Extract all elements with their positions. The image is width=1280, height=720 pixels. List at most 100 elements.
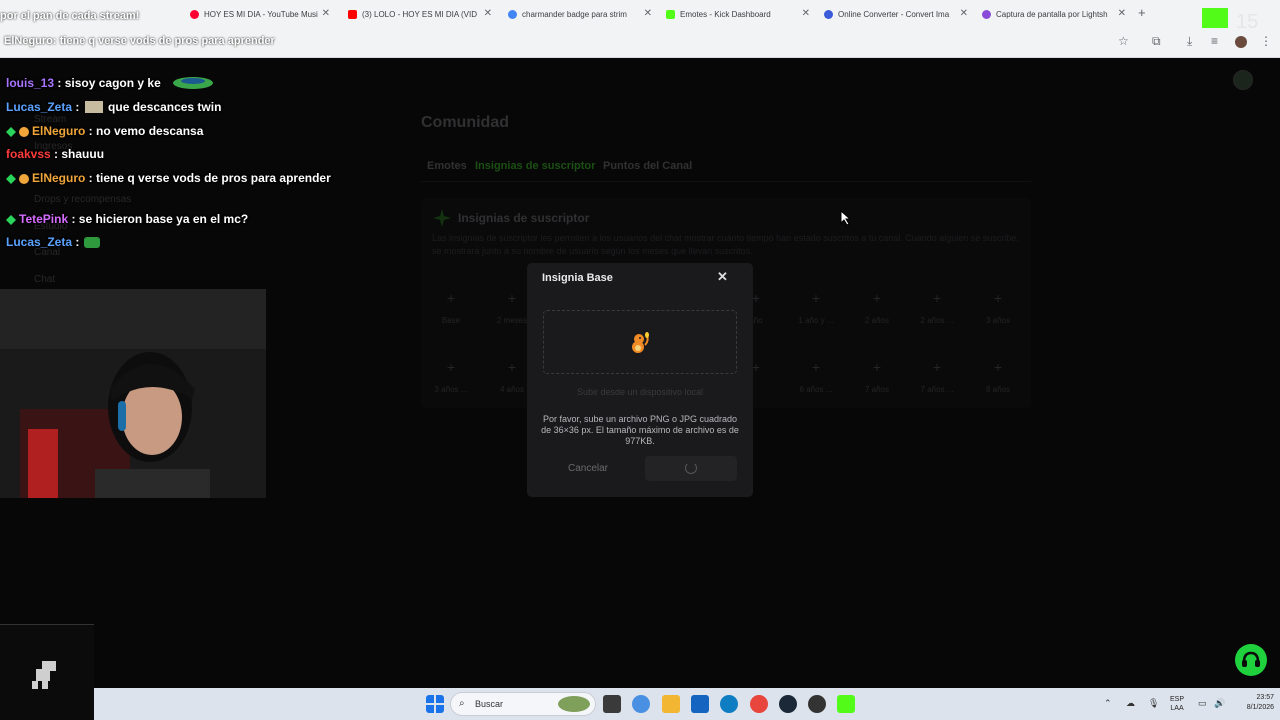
chat-message: louis_13 : sisoy cagon y ke (6, 76, 214, 90)
chat-username: ElNeguro (32, 171, 86, 185)
network-icon[interactable]: ▭ (1198, 698, 1207, 709)
kick-app-icon[interactable] (837, 695, 855, 713)
copilot-icon[interactable] (632, 695, 650, 713)
youtube-icon (348, 9, 357, 19)
obs-icon[interactable] (808, 695, 826, 713)
chat-text: que descances twin (108, 100, 222, 114)
cat-emote-icon (84, 101, 103, 113)
new-tab-button[interactable]: + (1138, 5, 1146, 20)
green-emote-icon (83, 237, 100, 248)
charmander-badge-image (632, 332, 649, 353)
media-icon[interactable]: ≡ (1211, 34, 1218, 48)
close-icon[interactable]: ✕ (644, 8, 652, 19)
tab-title: Captura de pantalla por Lightsh (996, 9, 1108, 19)
coin-badge-icon (19, 126, 29, 140)
dino-widget (0, 624, 94, 720)
gem-badge-icon (6, 173, 16, 187)
chat-text: sisoy cagon y ke (64, 76, 161, 90)
task-view-icon[interactable] (603, 695, 621, 713)
menu-icon[interactable]: ⋮ (1260, 34, 1272, 48)
chat-text: tiene q verse vods de pros para aprender (96, 171, 331, 185)
language-indicator[interactable]: ESP LAA (1170, 695, 1184, 713)
chat-username: foakvss (6, 147, 51, 161)
close-icon[interactable]: ✕ (960, 8, 968, 19)
tab-lightshot[interactable]: Captura de pantalla por Lightsh ✕ (982, 4, 1126, 24)
gem-badge-icon (6, 214, 16, 228)
google-icon (508, 9, 517, 19)
extensions-icon[interactable]: ⧉ (1152, 34, 1161, 49)
chrome-icon[interactable] (750, 695, 768, 713)
upload-button[interactable] (645, 456, 737, 481)
microphone-icon[interactable]: 🎙 (1148, 698, 1159, 709)
star-icon[interactable]: ☆ (1118, 34, 1129, 48)
lang-region: LAA (1170, 705, 1184, 712)
windows-start-icon[interactable] (426, 695, 444, 713)
chat-message: TetePink : se hicieron base ya en el mc? (6, 212, 248, 228)
tab-title: HOY ES MI DIA - YouTube Musi (204, 9, 318, 19)
converter-icon (824, 9, 833, 19)
close-icon[interactable]: ✕ (322, 8, 330, 19)
chat-message: ElNeguro : no vemo descansa (6, 124, 203, 140)
tab-google-search[interactable]: charmander badge para strim ✕ (508, 4, 652, 24)
chat-ticker-line: ElNeguro: tiene q verse vods de pros par… (4, 35, 275, 47)
lightshot-icon (982, 9, 991, 19)
file-explorer-icon[interactable] (662, 695, 680, 713)
chat-text: no vemo descansa (96, 124, 204, 138)
taskbar-search[interactable]: ⌕ Buscar (450, 692, 596, 716)
webcam-feed (0, 289, 266, 498)
coin-badge-icon (19, 173, 29, 187)
tab-title: Online Converter - Convert Ima (838, 9, 950, 19)
tab-youtube[interactable]: (3) LOLO - HOY ES MI DIA (VID ✕ (348, 4, 492, 24)
clock-time: 23:57 (1256, 694, 1274, 701)
windows-taskbar: ⌕ Buscar ⌃ ☁ 🎙 ESP LAA ▭ 🔊 (94, 688, 1280, 720)
cloud-icon[interactable]: ☁ (1126, 698, 1135, 709)
badge-upload-modal: Insignia Base ✕ Subir desde un dispositi… (527, 263, 753, 497)
loading-spinner-icon (685, 462, 697, 474)
chat-username: Lucas_Zeta (6, 100, 73, 114)
close-icon[interactable]: ✕ (802, 8, 810, 19)
steam-icon[interactable] (779, 695, 797, 713)
upload-hint[interactable]: Subir desde un dispositivo local (543, 387, 737, 397)
search-highlight-image (558, 696, 590, 712)
tab-kick-dashboard[interactable]: Emotes - Kick Dashboard ✕ (666, 4, 810, 24)
chat-username: ElNeguro (32, 124, 86, 138)
close-icon[interactable]: ✕ (484, 8, 492, 19)
tab-online-converter[interactable]: Online Converter - Convert Ima ✕ (824, 4, 968, 24)
chat-text: se hicieron base ya en el mc? (78, 212, 249, 226)
chat-message: Lucas_Zeta : que descances twin (6, 100, 222, 114)
chevron-up-icon[interactable]: ⌃ (1104, 698, 1112, 709)
tab-title: charmander badge para strim (522, 9, 627, 19)
cancel-button[interactable]: Cancelar (547, 459, 629, 479)
close-icon[interactable]: ✕ (717, 269, 728, 285)
youtube-music-icon (190, 9, 199, 19)
taskbar-clock[interactable]: 23:57 8/1/2026 (1234, 693, 1274, 713)
streamer-webcam-image (0, 289, 266, 498)
chat-message: ElNeguro : tiene q verse vods de pros pa… (6, 171, 331, 187)
search-placeholder: Buscar (475, 699, 504, 709)
chat-ticker: por el pan de cada stream! (0, 10, 140, 22)
upload-dropzone[interactable] (543, 310, 737, 374)
chat-message: foakvss : shauuu (6, 147, 105, 161)
browser-tab-bar: HOY ES MI DIA - YouTube Musi ✕ (3) LOLO … (0, 0, 1280, 32)
headset-icon (1242, 651, 1260, 667)
download-icon[interactable]: ⤓ (1187, 34, 1192, 49)
tab-title: (3) LOLO - HOY ES MI DIA (VID (362, 9, 477, 19)
clock-date: 8/1/2026 (1246, 704, 1274, 711)
close-icon[interactable]: ✕ (1118, 8, 1126, 19)
help-button[interactable] (1235, 644, 1267, 676)
store-icon[interactable] (691, 695, 709, 713)
profile-avatar[interactable] (1235, 36, 1247, 48)
upload-requirements: Por favor, sube un archivo PNG o JPG cua… (541, 414, 739, 446)
tab-youtube-music[interactable]: HOY ES MI DIA - YouTube Musi ✕ (190, 4, 330, 24)
tab-title: Emotes - Kick Dashboard (680, 9, 771, 19)
chat-username: louis_13 (6, 76, 55, 90)
pepe-emote-icon (173, 77, 214, 89)
edge-icon[interactable] (720, 695, 738, 713)
search-icon: ⌕ (459, 698, 465, 709)
kick-icon (666, 9, 675, 19)
chat-username: Lucas_Zeta (6, 235, 73, 249)
screen: { "browser": { "tabs": [ {"title": "HOY … (0, 0, 1280, 720)
chat-message: Lucas_Zeta : (6, 235, 101, 249)
volume-icon[interactable]: 🔊 (1214, 698, 1225, 709)
dino-icon (32, 661, 56, 689)
